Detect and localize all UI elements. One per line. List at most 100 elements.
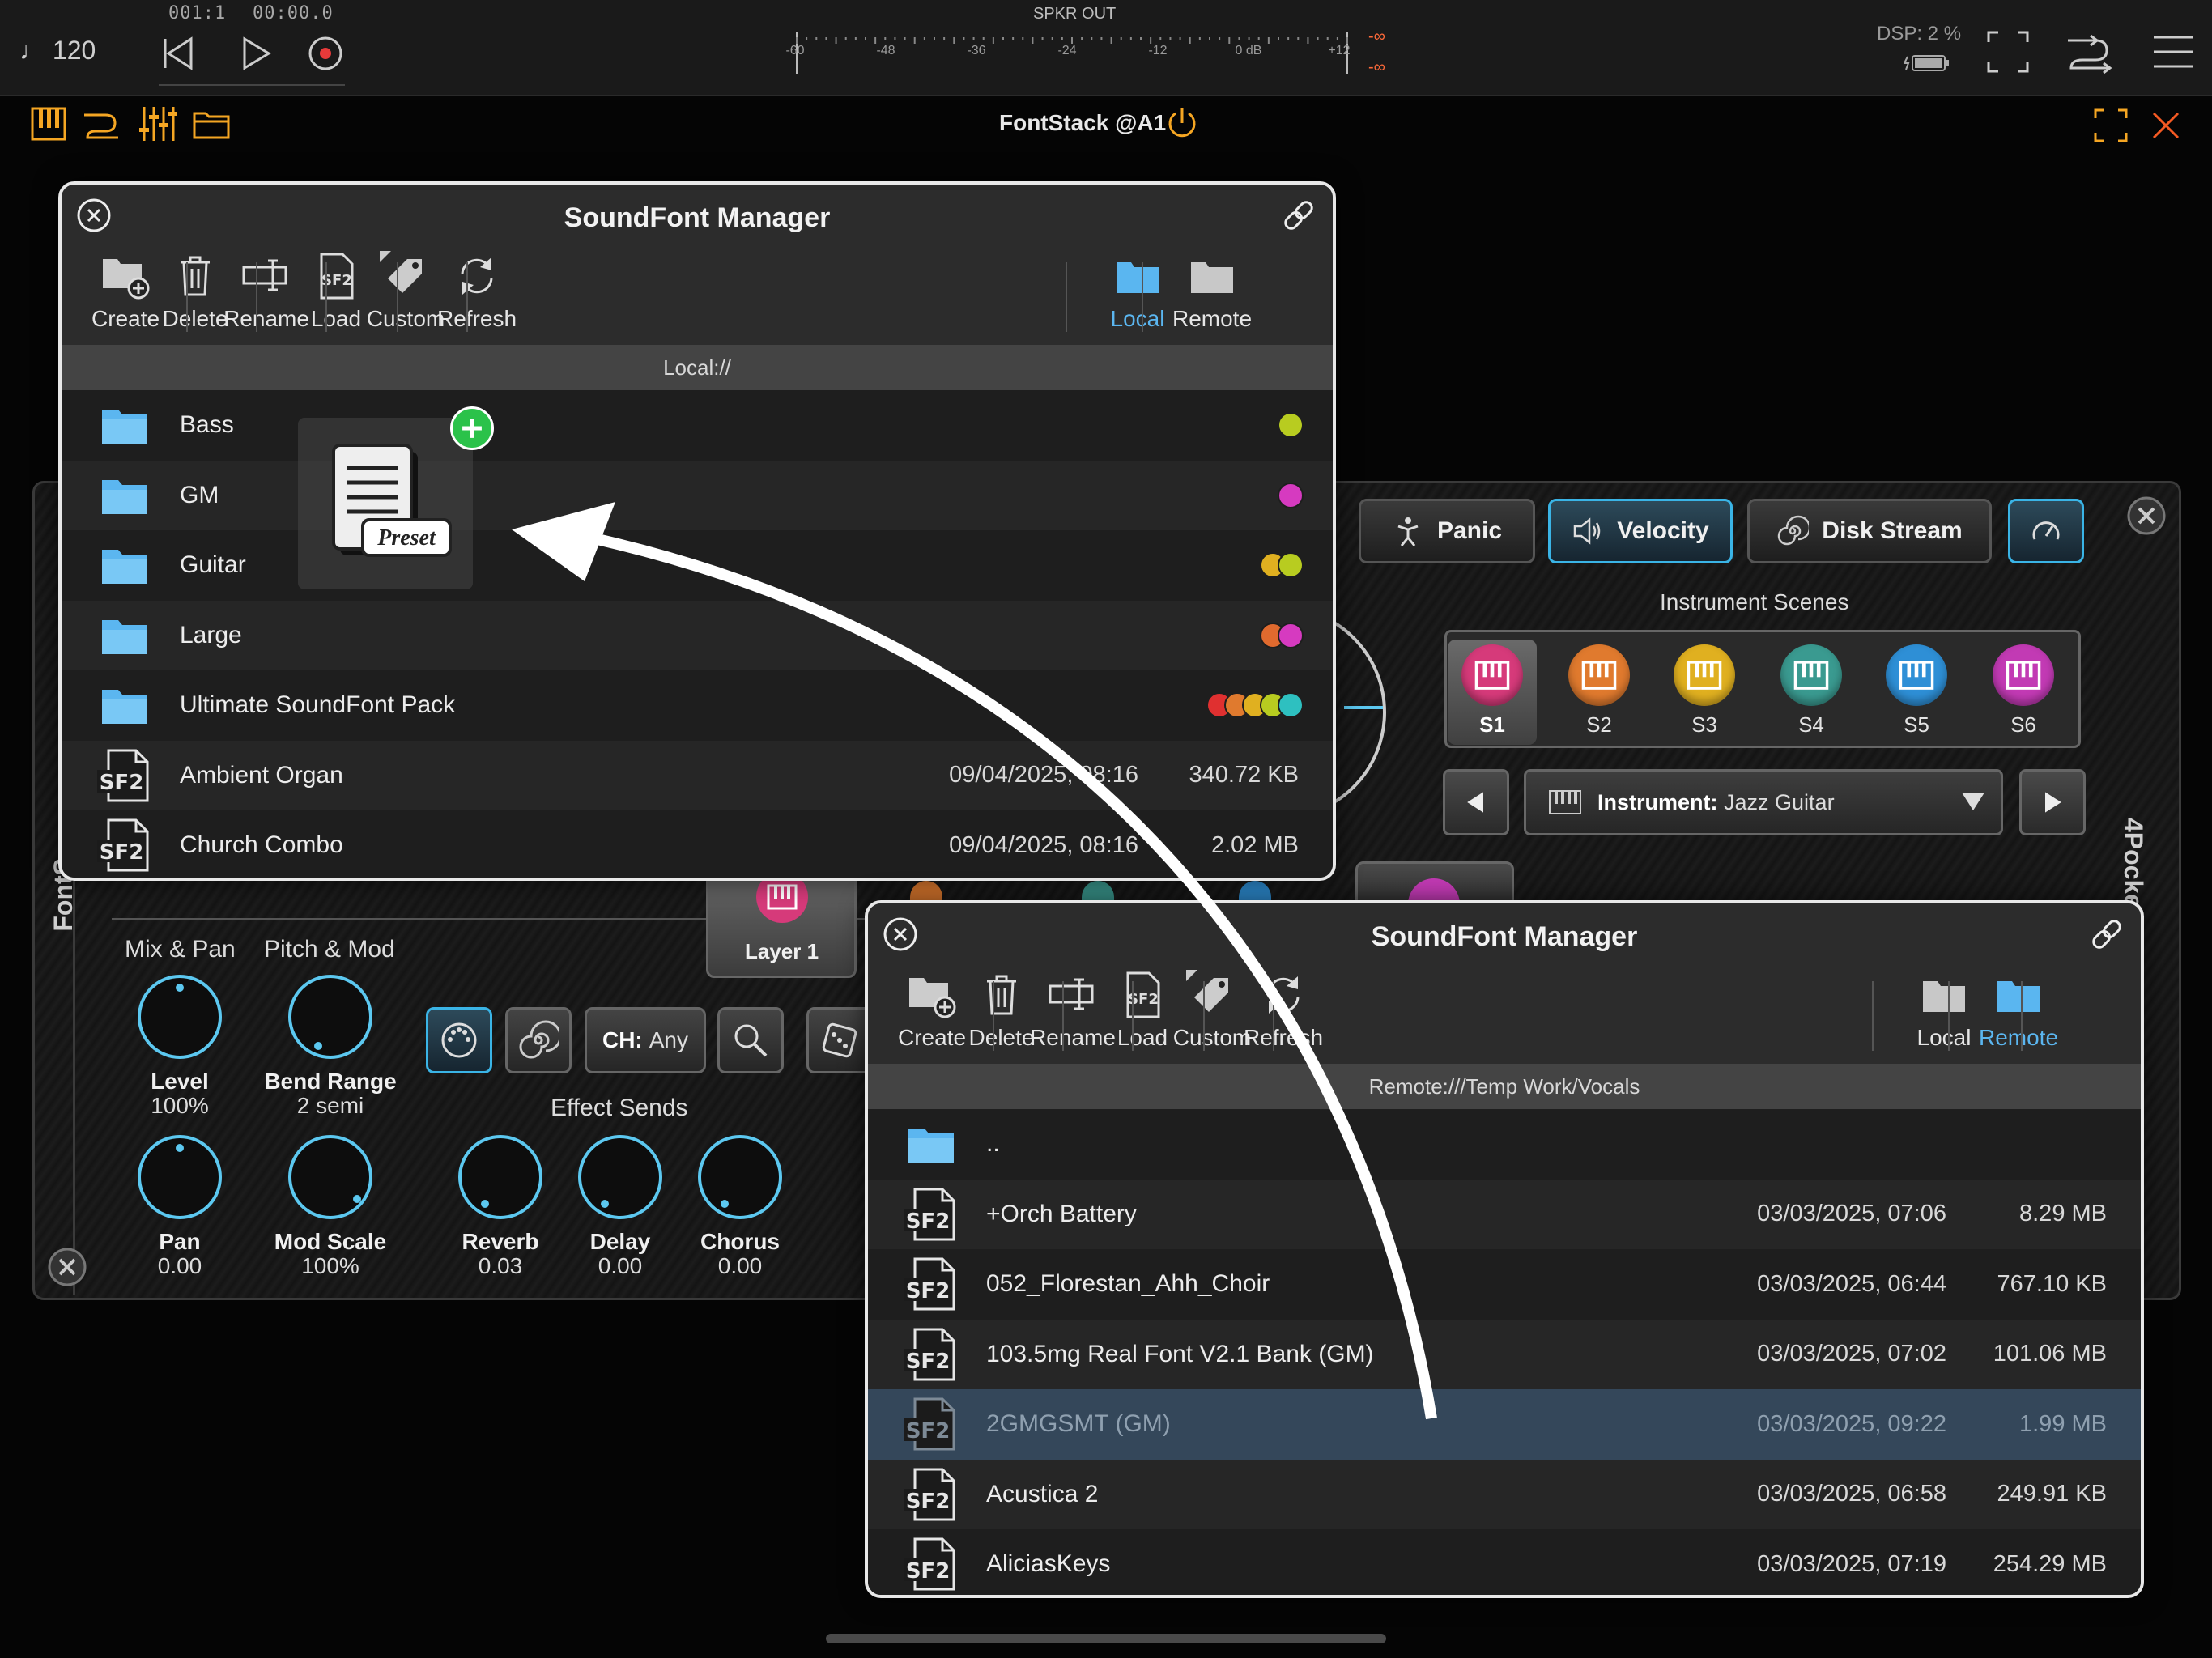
folder-icon[interactable]	[191, 104, 232, 144]
zoom-button[interactable]	[717, 1007, 784, 1073]
row-size: 340.72 KB	[1189, 762, 1299, 789]
row-date: 09/04/2025, 08:16	[949, 762, 1138, 789]
meter-tick-label: -48	[876, 44, 895, 57]
mod-scale-knob[interactable]	[288, 1135, 372, 1219]
disk-stream-button[interactable]: Disk Stream	[1747, 499, 1992, 563]
row-name: AliciasKeys	[986, 1550, 1111, 1578]
scene-s3[interactable]: S3	[1660, 640, 1749, 745]
file-row[interactable]: SF2 AliciasKeys 03/03/2025, 07:19 254.29 MB	[868, 1529, 2141, 1595]
link-icon[interactable]	[2087, 915, 2126, 954]
file-row[interactable]: SF2 +Orch Battery 03/03/2025, 07:06 8.29 MB	[868, 1179, 2141, 1249]
scene-s5[interactable]: S5	[1872, 640, 1961, 745]
soundfont-manager-local: SoundFont Manager Local:// Bass GM Guitar L…	[58, 181, 1336, 881]
file-row[interactable]: SF2 103.5mg Real Font V2.1 Bank (GM) 03/03…	[868, 1319, 2141, 1389]
svg-text:SF2: SF2	[906, 1350, 951, 1374]
toolbar-separator	[1948, 981, 1950, 1051]
color-tag	[1278, 412, 1304, 439]
keyboard-icon[interactable]	[29, 104, 70, 144]
file-row[interactable]: SF2 Acustica 2 03/03/2025, 06:58 249.91 KB	[868, 1459, 2141, 1529]
knob-value: 0.00	[157, 1253, 202, 1278]
folder-row[interactable]: ..	[868, 1109, 2141, 1180]
reverb-knob[interactable]	[458, 1135, 542, 1219]
piano-icon	[1780, 644, 1842, 706]
next-instrument-button[interactable]	[2019, 769, 2086, 835]
velocity-button[interactable]: Velocity	[1548, 499, 1733, 563]
folder-row[interactable]: Ultimate SoundFont Pack	[62, 670, 1333, 741]
panic-button[interactable]: Panic	[1359, 499, 1535, 563]
tempo-display[interactable]: ♩ 120	[19, 36, 96, 66]
expand-icon[interactable]	[2091, 105, 2131, 146]
remote-button[interactable]: Remote	[1151, 251, 1273, 338]
piano-icon	[1993, 644, 2054, 706]
scene-s6[interactable]: S6	[1979, 640, 2068, 745]
menu-icon[interactable]	[2147, 26, 2199, 78]
gauge-button[interactable]	[2008, 499, 2084, 563]
sf2-file-icon: SF2	[97, 818, 149, 872]
file-row[interactable]: SF2 2GMGSMT (GM) 03/03/2025, 09:22 1.99 MB	[868, 1389, 2141, 1460]
file-row[interactable]: SF2 Ambient Organ 09/04/2025, 08:16 340.72 …	[62, 740, 1333, 810]
toolbar-separator	[186, 262, 188, 332]
row-date: 03/03/2025, 07:06	[1757, 1201, 1946, 1227]
folder-row[interactable]: Large	[62, 600, 1333, 670]
triangle-right-icon	[2045, 792, 2061, 813]
close-icon[interactable]	[74, 196, 113, 235]
routing-icon[interactable]	[2063, 26, 2115, 78]
stream-button[interactable]	[505, 1007, 572, 1073]
file-row[interactable]: SF2 Church Combo 09/04/2025, 08:16 2.02 MB	[62, 810, 1333, 878]
row-size: 101.06 MB	[1993, 1341, 2107, 1367]
close-icon[interactable]	[2146, 105, 2186, 146]
toolbar-separator	[1273, 981, 1274, 1051]
link-icon[interactable]	[1279, 196, 1318, 235]
preset-drag-proxy[interactable]: Preset	[298, 418, 473, 589]
pan-knob[interactable]	[138, 1135, 222, 1219]
file-row[interactable]: SF2 052_Florestan_Ahh_Choir 03/03/2025, 06…	[868, 1249, 2141, 1320]
delay-knob[interactable]	[578, 1135, 662, 1219]
play-button[interactable]	[227, 24, 285, 83]
level-knob[interactable]	[138, 975, 222, 1059]
folder-row[interactable]: Guitar	[62, 530, 1333, 601]
folder-icon	[102, 479, 147, 514]
previous-instrument-button[interactable]	[1443, 769, 1509, 835]
home-indicator[interactable]	[826, 1634, 1386, 1643]
panel-close-icon[interactable]	[47, 1247, 87, 1287]
instrument-select[interactable]: Instrument: Jazz Guitar	[1524, 769, 2003, 835]
scene-s4[interactable]: S4	[1767, 640, 1856, 745]
color-tags	[1260, 622, 1304, 648]
channel-value: Any	[649, 1027, 688, 1052]
power-icon[interactable]	[1164, 105, 1200, 141]
scene-label: S6	[2010, 712, 2036, 737]
channel-select[interactable]: CH: Any	[585, 1007, 706, 1073]
rewind-button[interactable]	[149, 24, 207, 83]
toolbar-separator	[1872, 981, 1874, 1051]
piano-icon	[1886, 644, 1947, 706]
row-name: 2GMGSMT (GM)	[986, 1410, 1171, 1438]
mixer-icon[interactable]	[136, 104, 177, 144]
refresh-button[interactable]: Refresh	[416, 251, 538, 338]
close-icon[interactable]	[881, 915, 920, 954]
refresh-label: Refresh	[1243, 1025, 1324, 1050]
chorus-knob[interactable]	[698, 1135, 782, 1219]
folder-icon	[908, 1129, 954, 1163]
row-size: 767.10 KB	[1997, 1270, 2107, 1297]
refresh-button[interactable]: Refresh	[1223, 970, 1344, 1057]
play-icon	[243, 36, 271, 70]
midi-button[interactable]	[426, 1007, 492, 1073]
scene-s2[interactable]: S2	[1555, 640, 1644, 745]
fullscreen-icon[interactable]	[1982, 26, 2034, 78]
folder-icon	[102, 690, 147, 725]
folder-icon	[1191, 262, 1233, 293]
row-name: ..	[986, 1130, 1000, 1158]
routing-icon[interactable]	[81, 104, 121, 144]
bend-range-knob[interactable]	[288, 975, 372, 1059]
random-button[interactable]	[806, 1007, 873, 1073]
path-bar: Remote:///Temp Work/Vocals	[868, 1064, 2141, 1109]
panel-close-icon[interactable]	[2126, 495, 2167, 536]
remote-button[interactable]: Remote	[1958, 970, 2079, 1057]
scene-s1[interactable]: S1	[1448, 640, 1537, 745]
folder-row[interactable]: GM	[62, 460, 1333, 530]
meter-tick-label: 0 dB	[1235, 44, 1262, 57]
folder-row[interactable]: Bass	[62, 390, 1333, 461]
record-button[interactable]	[296, 24, 355, 83]
color-tags	[1278, 412, 1304, 439]
toolbar-separator	[1062, 981, 1064, 1051]
